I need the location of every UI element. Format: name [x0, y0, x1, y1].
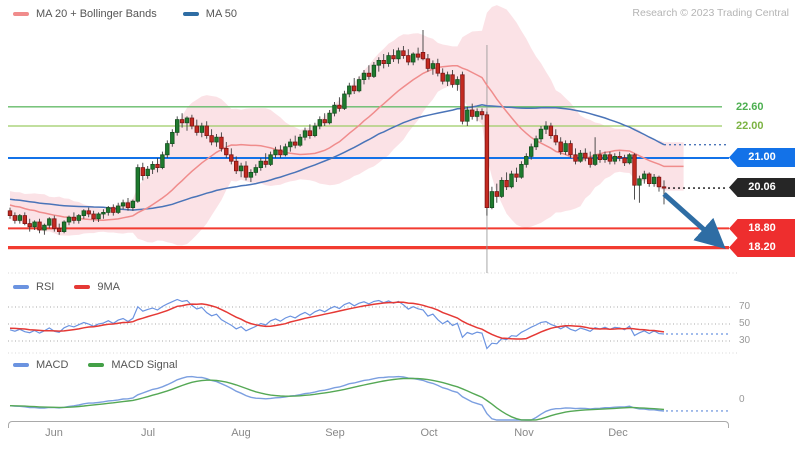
rsi-level-70: 70 [739, 301, 751, 312]
legend-rsi: RSI [13, 281, 54, 293]
rsi-swatch-icon [13, 285, 29, 289]
rsi-level-50: 50 [739, 318, 751, 329]
x-axis-month-aug: Aug [231, 427, 251, 439]
rsi-9ma-swatch-icon [74, 285, 91, 289]
x-axis-month-jun: Jun [45, 427, 63, 439]
price-badge-21-00: 21.00 [729, 148, 795, 167]
macd-signal-swatch-icon [88, 363, 105, 367]
ma50-swatch-icon [182, 12, 199, 16]
legend-macd-signal: MACD Signal [88, 359, 177, 371]
macd-signal-label: MACD Signal [111, 359, 178, 371]
rsi-label: RSI [36, 281, 55, 293]
trading-central-chart: { "header": { "research": "Research © 20… [0, 0, 800, 450]
macd-zero-label: 0 [739, 394, 745, 405]
rsi-level-30: 30 [739, 335, 751, 346]
price-level-22-00: 22.00 [736, 120, 764, 132]
legend-9ma: 9MA [74, 281, 120, 293]
x-axis-month-sep: Sep [325, 427, 345, 439]
x-axis-month-jul: Jul [140, 427, 156, 439]
ma20-bollinger-label: MA 20 + Bollinger Bands [36, 8, 157, 20]
legend-macd: MACD [13, 359, 68, 371]
price-badge-18-80: 18.80 [729, 219, 795, 238]
x-axis-month-nov: Nov [514, 427, 534, 439]
price-level-22-60: 22.60 [736, 101, 764, 113]
macd-swatch-icon [13, 363, 29, 367]
bearish-arrow-icon [662, 192, 726, 249]
legend-ma20-bollinger: MA 20 + Bollinger Bands [13, 8, 157, 20]
price-chart-canvas [7, 5, 737, 421]
copyright-text: Research © 2023 Trading Central [632, 7, 789, 19]
x-axis-month-oct: Oct [420, 427, 438, 439]
ma20-bollinger-swatch-icon [13, 12, 29, 16]
main-legend: MA 20 + Bollinger Bands MA 50 [13, 8, 237, 20]
x-axis-month-dec: Dec [608, 427, 628, 439]
macd-label: MACD [36, 359, 69, 371]
price-badge-18-20: 18.20 [729, 238, 795, 257]
last-price-badge: 20.06 [729, 178, 795, 197]
rsi-9ma-label: 9MA [97, 281, 120, 293]
legend-ma50: MA 50 [182, 8, 237, 20]
rsi-legend: RSI 9MA [13, 281, 120, 293]
ma50-label: MA 50 [205, 8, 237, 20]
macd-legend: MACD MACD Signal [13, 359, 177, 371]
